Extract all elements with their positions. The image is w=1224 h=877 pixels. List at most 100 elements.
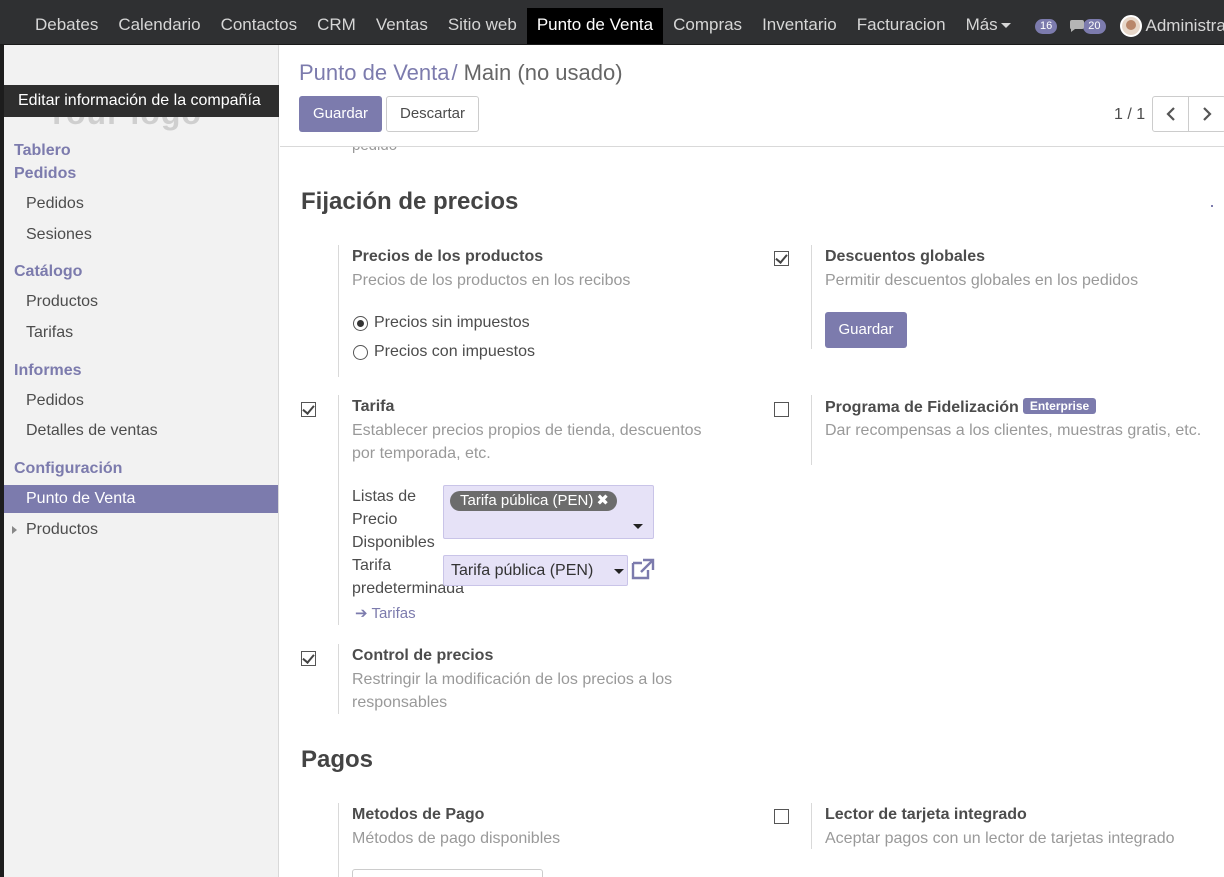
menu-compras[interactable]: Compras [663, 8, 752, 44]
pricelist-tag-label: Tarifa pública (PEN) [460, 492, 594, 509]
sidebar-item-productos[interactable]: Productos [4, 288, 278, 316]
payment-methods-field[interactable] [352, 869, 543, 877]
user-menu[interactable]: Administrator [1119, 15, 1224, 37]
breadcrumb-separator: / [451, 60, 458, 85]
menu-contactos[interactable]: Contactos [211, 8, 308, 44]
setting-desc-pricelist: Establecer precios propios de tienda, de… [352, 422, 702, 462]
setting-desc-card-reader: Aceptar pagos con un lector de tarjetas … [825, 830, 1175, 847]
menu-sitio-web[interactable]: Sitio web [438, 8, 527, 44]
sidebar-item-tarifas[interactable]: Tarifas [4, 319, 278, 347]
loyalty-title-label: Programa de Fidelización [825, 399, 1019, 416]
sidebar-item-pedidos[interactable]: Pedidos [4, 190, 278, 218]
pager-next-button[interactable] [1189, 97, 1224, 131]
sidebar-item-informe-pedidos[interactable]: Pedidos [4, 387, 278, 415]
divider [811, 245, 812, 349]
menu-crm[interactable]: CRM [307, 8, 366, 44]
section-title-payments: Pagos [301, 746, 374, 773]
divider [811, 803, 812, 849]
activity-button[interactable]: 16 [1035, 18, 1058, 34]
company-logo[interactable]: Your logo Editar información de la compa… [4, 65, 279, 131]
field-label-available-pricelists: Listas de Precio Disponibles [352, 488, 435, 551]
user-name: Administrator [1145, 16, 1224, 35]
sidebar-item-punto-de-venta[interactable]: Punto de Venta [4, 485, 278, 513]
pager-buttons [1152, 96, 1224, 132]
sidebar-item-tablero[interactable]: Tablero [14, 142, 71, 160]
save-button[interactable]: Guardar [299, 96, 382, 132]
global-discounts-save-button[interactable]: Guardar [825, 312, 907, 348]
radio-label-with-tax[interactable]: Precios con impuestos [374, 343, 535, 361]
divider [338, 395, 339, 625]
message-count-badge: 20 [1083, 18, 1106, 34]
discard-button[interactable]: Descartar [386, 96, 479, 132]
arrow-right-icon: ➔ [355, 605, 372, 622]
setting-desc-product-prices: Precios de los productos en los recibos [352, 272, 631, 289]
checkbox-loyalty[interactable] [774, 402, 789, 417]
activity-count-badge: 16 [1035, 18, 1058, 34]
setting-desc-price-control: Restringir la modificación de los precio… [352, 671, 673, 711]
menu-punto-de-venta[interactable]: Punto de Venta [526, 8, 664, 44]
chevron-down-icon [614, 569, 624, 574]
external-link-icon[interactable] [630, 557, 656, 581]
chevron-right-icon [12, 526, 17, 534]
menu-ventas[interactable]: Ventas [366, 8, 438, 44]
messages-button[interactable]: 20 [1069, 18, 1106, 34]
sidebar-item-config-productos[interactable]: Productos [4, 516, 278, 544]
menu-debates[interactable]: Debates [25, 8, 108, 44]
systray: 16 20 Administrator [1035, 14, 1224, 38]
setting-title-price-control: Control de precios [352, 647, 494, 664]
checkbox-price-control[interactable] [301, 651, 316, 666]
sidebar-group-informes[interactable]: Informes [14, 362, 82, 380]
sidebar-item-sesiones[interactable]: Sesiones [4, 221, 278, 249]
divider [338, 245, 339, 377]
setting-desc-loyalty: Dar recompensas a los clientes, muestras… [825, 422, 1202, 439]
sidebar: Your logo Editar información de la compa… [4, 45, 279, 877]
menu-facturacion[interactable]: Facturacion [847, 8, 956, 44]
checkbox-global-discounts[interactable] [774, 251, 789, 266]
app-menu: Debates Calendario Contactos CRM Ventas … [25, 0, 1021, 44]
chevron-right-icon [1203, 107, 1212, 121]
menu-inventario[interactable]: Inventario [752, 8, 847, 44]
breadcrumb-current: Main (no usado) [463, 60, 623, 85]
section-title-pricing: Fijación de precios [301, 188, 519, 215]
control-panel: Punto de Venta/Main (no usado) Guardar D… [280, 45, 1224, 147]
avatar [1119, 15, 1142, 37]
setting-desc-global-discounts: Permitir descuentos globales en los pedi… [825, 272, 1139, 289]
pricelists-link-label: Tarifas [371, 605, 416, 622]
setting-title-product-prices: Precios de los productos [352, 248, 544, 265]
default-pricelist-select[interactable]: Tarifa pública (PEN) [443, 555, 628, 586]
chevron-down-icon[interactable] [633, 524, 643, 529]
logo-tooltip: Editar información de la compañía [4, 85, 279, 117]
checkbox-card-reader[interactable] [774, 809, 789, 824]
setting-title-loyalty: Programa de Fidelización Enterprise [825, 398, 1097, 417]
breadcrumb: Punto de Venta/Main (no usado) [299, 60, 623, 86]
radio-label-without-tax[interactable]: Precios sin impuestos [374, 314, 530, 332]
divider [338, 803, 339, 877]
close-icon[interactable]: ✖ [596, 492, 609, 509]
sidebar-group-catalogo[interactable]: Catálogo [14, 263, 82, 281]
divider [811, 395, 812, 465]
top-navbar: Debates Calendario Contactos CRM Ventas … [0, 0, 1224, 45]
sidebar-group-pedidos[interactable]: Pedidos [14, 165, 76, 183]
setting-title-payment-methods: Metodos de Pago [352, 806, 485, 823]
available-pricelists-field[interactable]: Tarifa pública (PEN) ✖ [443, 485, 654, 539]
sidebar-item-detalles-ventas[interactable]: Detalles de ventas [4, 417, 278, 445]
breadcrumb-parent-link[interactable]: Punto de Venta [299, 60, 449, 85]
pager-value[interactable]: 1 / 1 [1114, 106, 1145, 124]
default-pricelist-value: Tarifa pública (PEN) [451, 562, 594, 579]
setting-title-global-discounts: Descuentos globales [825, 248, 986, 265]
setting-title-pricelist: Tarifa [352, 398, 395, 415]
setting-title-card-reader: Lector de tarjeta integrado [825, 806, 1027, 823]
menu-mas[interactable]: Más [956, 8, 1021, 44]
sidebar-group-configuracion[interactable]: Configuración [14, 460, 122, 478]
setting-desc-payment-methods: Métodos de pago disponibles [352, 830, 561, 847]
clipped-text: pedido [352, 147, 397, 154]
radio-prices-with-tax[interactable] [353, 345, 368, 360]
pager-previous-button[interactable] [1153, 97, 1189, 131]
pricelist-tag: Tarifa pública (PEN) ✖ [450, 491, 617, 511]
radio-prices-without-tax[interactable] [353, 316, 368, 331]
checkbox-pricelist[interactable] [301, 402, 316, 417]
menu-calendario[interactable]: Calendario [108, 8, 210, 44]
divider [338, 644, 339, 714]
pricelists-link[interactable]: ➔ Tarifas [355, 604, 416, 622]
chevron-left-icon [1165, 107, 1175, 121]
